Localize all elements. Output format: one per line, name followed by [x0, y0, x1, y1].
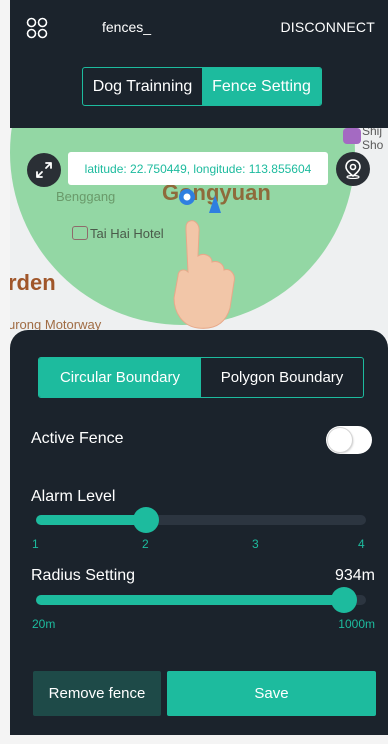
alarm-level-handle[interactable] [133, 507, 159, 533]
alarm-tick-3: 3 [252, 537, 259, 551]
map-label-benggang: Benggang [56, 189, 116, 204]
radius-min-label: 20m [32, 617, 56, 631]
shop-poi-icon [343, 128, 361, 144]
apps-grid-icon[interactable] [26, 17, 48, 39]
radius-max-label: 1000m [338, 617, 375, 631]
active-fence-toggle[interactable] [326, 426, 372, 454]
map-label-rden: rden [10, 270, 56, 295]
pointing-hand-icon [173, 220, 235, 329]
disconnect-button[interactable]: DISCONNECT [280, 19, 375, 35]
device-name: fences_ [102, 19, 152, 35]
coordinates-display: latitude: 22.750449, longitude: 113.8556… [68, 152, 328, 185]
remove-fence-button[interactable]: Remove fence [33, 671, 161, 716]
map-view[interactable]: Shij Sho Benggang Gongyuan Tai Hai Hotel … [10, 128, 388, 338]
alarm-level-slider[interactable] [36, 507, 366, 533]
radius-handle[interactable] [330, 587, 357, 613]
radius-setting-label: Radius Setting [31, 567, 136, 584]
hotel-poi-icon [72, 226, 88, 240]
map-label-shij: Shij Sho [362, 128, 384, 152]
alarm-tick-4: 4 [358, 537, 365, 551]
map-label-tai-hai-hotel: Tai Hai Hotel [90, 226, 164, 241]
location-pin-icon [345, 159, 361, 179]
save-button[interactable]: Save [167, 671, 376, 716]
radius-fill [36, 595, 344, 605]
alarm-level-fill [36, 515, 146, 525]
toggle-knob [328, 428, 352, 452]
locate-button[interactable] [336, 152, 370, 186]
expand-map-button[interactable] [27, 153, 61, 187]
alarm-level-label: Alarm Level [31, 488, 116, 505]
radius-slider[interactable] [36, 587, 366, 613]
tab-fence-setting[interactable]: Fence Setting [202, 68, 321, 105]
radius-value: 934m [334, 567, 375, 584]
expand-icon [36, 162, 52, 178]
circular-boundary-option[interactable]: Circular Boundary [39, 358, 201, 397]
current-location-pin-icon [179, 189, 221, 213]
active-fence-label: Active Fence [31, 430, 124, 447]
polygon-boundary-option[interactable]: Polygon Boundary [201, 358, 363, 397]
alarm-tick-1: 1 [32, 537, 39, 551]
alarm-tick-2: 2 [142, 537, 149, 551]
app-header: fences_ DISCONNECT Dog Trainning Fence S… [10, 0, 388, 128]
boundary-type-selector: Circular Boundary Polygon Boundary [38, 357, 364, 398]
tab-dog-training[interactable]: Dog Trainning [83, 68, 202, 105]
fence-settings-panel: Circular Boundary Polygon Boundary Activ… [10, 330, 388, 735]
mode-tabs: Dog Trainning Fence Setting [82, 67, 322, 106]
